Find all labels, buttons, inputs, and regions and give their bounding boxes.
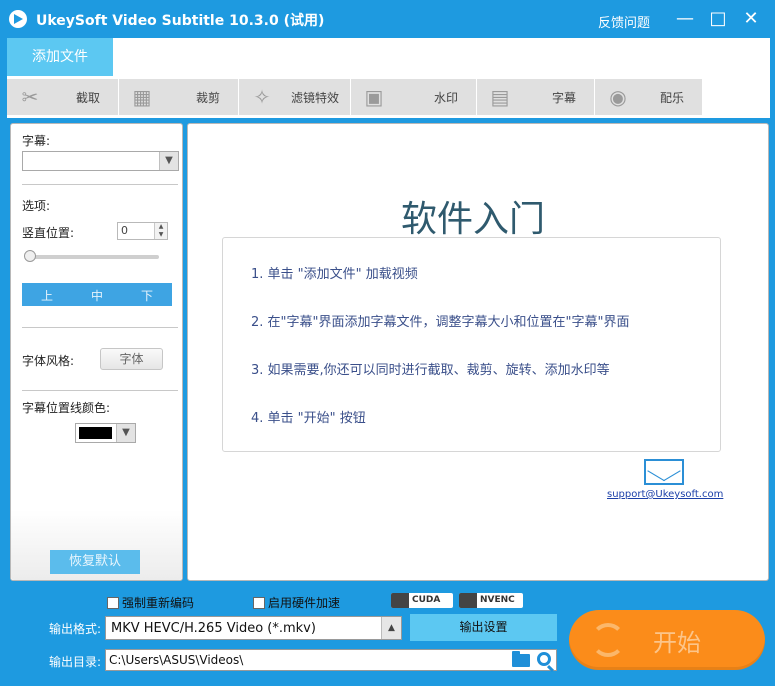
checkbox-icon[interactable] [107,597,119,609]
align-middle-button[interactable]: 中 [72,287,122,304]
tool-label: 水印 [433,91,458,105]
tool-crop-button[interactable]: ▦ 裁剪 [119,79,239,115]
tool-trim-button[interactable]: ✂ 截取 [7,79,119,115]
tool-watermark-button[interactable]: ▣ 水印 [351,79,477,115]
crop-icon: ▦ [132,85,152,109]
tool-label: 配乐 [659,91,684,105]
subtitle-icon: ▤ [490,85,510,109]
subtitle-label: 字幕: [22,134,51,148]
tool-label: 裁剪 [195,91,220,105]
refresh-icon [591,623,625,657]
force-reencode-label: 强制重新编码 [122,596,195,610]
tool-music-button[interactable]: ◉ 配乐 [595,79,703,115]
tab-add-file[interactable]: 添加文件 [7,38,113,76]
checkbox-icon[interactable] [253,597,265,609]
vertical-position-label: 竖直位置: [22,226,75,240]
app-logo-icon [9,10,27,28]
hw-accel-label: 启用硬件加速 [268,596,341,610]
minimize-button[interactable]: — [672,6,698,32]
tool-effects-button[interactable]: ✧ 滤镜特效 [239,79,351,115]
page-title: 软件入门 [400,199,545,240]
tool-label: 截取 [75,91,100,105]
divider [22,327,178,328]
output-format-select[interactable]: MKV HEVC/H.265 Video (*.mkv) ▲ [105,616,402,640]
output-dir-field[interactable]: C:\Users\ASUS\Videos\ [105,649,557,671]
window-title: UkeySoft Video Subtitle 10.3.0 (试用) [36,13,325,29]
start-label: 开始 [653,629,701,657]
align-top-button[interactable]: 上 [22,287,72,304]
folder-icon[interactable] [512,651,530,667]
support-email-link[interactable]: support@Ukeysoft.com [607,489,723,500]
step-item: 2. 在"字幕"界面添加字幕文件，调整字幕大小和位置在"字幕"界面 [251,315,630,330]
nvenc-badge: NVENC [459,593,523,608]
tool-label: 滤镜特效 [290,91,339,105]
color-swatch-fill [79,427,112,439]
nvidia-icon [391,593,409,608]
start-button[interactable]: 开始 [569,610,765,670]
vertical-position-value: 0 [121,224,128,237]
subtitle-select[interactable]: ▼ [22,151,179,171]
title-bar: UkeySoft Video Subtitle 10.3.0 (试用) 反馈问题… [0,0,775,38]
output-format-value: MKV HEVC/H.265 Video (*.mkv) [111,621,316,636]
steps-box: 1. 单击 "添加文件" 加载视频 2. 在"字幕"界面添加字幕文件，调整字幕大… [222,237,721,452]
search-icon[interactable] [537,652,551,666]
output-dir-label: 输出目录: [49,655,102,669]
tab-row: 添加文件 [7,38,770,76]
force-reencode-checkbox[interactable]: 强制重新编码 [107,594,194,611]
music-icon: ◉ [609,85,627,109]
output-settings-button[interactable]: 输出设置 [410,614,557,641]
feedback-link[interactable]: 反馈问题 [598,12,650,31]
output-dir-value: C:\Users\ASUS\Videos\ [109,653,244,667]
feature-toolbar: ✂ 截取 ▦ 裁剪 ✧ 滤镜特效 ▣ 水印 ▤ 字幕 ◉ 配乐 [7,76,770,118]
align-bottom-button[interactable]: 下 [122,287,172,304]
scissors-icon: ✂ [21,85,39,109]
output-format-label: 输出格式: [49,622,102,636]
getting-started-panel: 软件入门 1. 单击 "添加文件" 加载视频 2. 在"字幕"界面添加字幕文件，… [187,123,769,581]
line-color-picker[interactable]: ▼ [75,423,136,443]
chevron-down-icon[interactable]: ▼ [159,152,178,170]
output-bar: 强制重新编码 启用硬件加速 CUDA NVENC 输出格式: MKV HEVC/… [0,586,775,686]
subtitle-settings-panel: 字幕: ▼ 选项: 竖直位置: 0 ▲ ▼ 上 中 下 字体风格: 字体 字幕位置… [10,123,183,581]
options-label: 选项: [22,199,51,213]
cuda-badge: CUDA [391,593,453,608]
stepper-arrows-icon[interactable]: ▲ ▼ [154,223,167,239]
divider [22,184,178,185]
mail-icon[interactable] [644,459,684,485]
font-style-label: 字体风格: [22,354,75,368]
step-item: 1. 单击 "添加文件" 加载视频 [251,267,418,282]
close-button[interactable]: ✕ [738,6,764,32]
vertical-position-stepper[interactable]: 0 ▲ ▼ [117,222,168,240]
reset-defaults-button[interactable]: 恢复默认 [50,550,140,574]
alignment-bar: 上 中 下 [22,283,172,306]
tool-subtitle-button[interactable]: ▤ 字幕 [477,79,595,115]
font-button[interactable]: 字体 [100,348,163,370]
sparkle-icon: ✧ [253,85,271,109]
divider [22,390,178,391]
nvidia-icon [459,593,477,608]
chevron-down-icon[interactable]: ▼ [116,424,135,442]
line-color-label: 字幕位置线颜色: [22,401,111,415]
step-item: 3. 如果需要,你还可以同时进行截取、裁剪、旋转、添加水印等 [251,363,610,378]
hw-accel-checkbox[interactable]: 启用硬件加速 [253,594,340,611]
watermark-icon: ▣ [364,85,384,109]
step-item: 4. 单击 "开始" 按钮 [251,411,366,426]
slider-handle[interactable] [24,250,36,262]
maximize-button[interactable]: □ [705,6,731,32]
tool-label: 字幕 [551,91,576,105]
vertical-position-slider[interactable] [26,255,159,259]
chevron-up-icon[interactable]: ▲ [381,617,401,639]
